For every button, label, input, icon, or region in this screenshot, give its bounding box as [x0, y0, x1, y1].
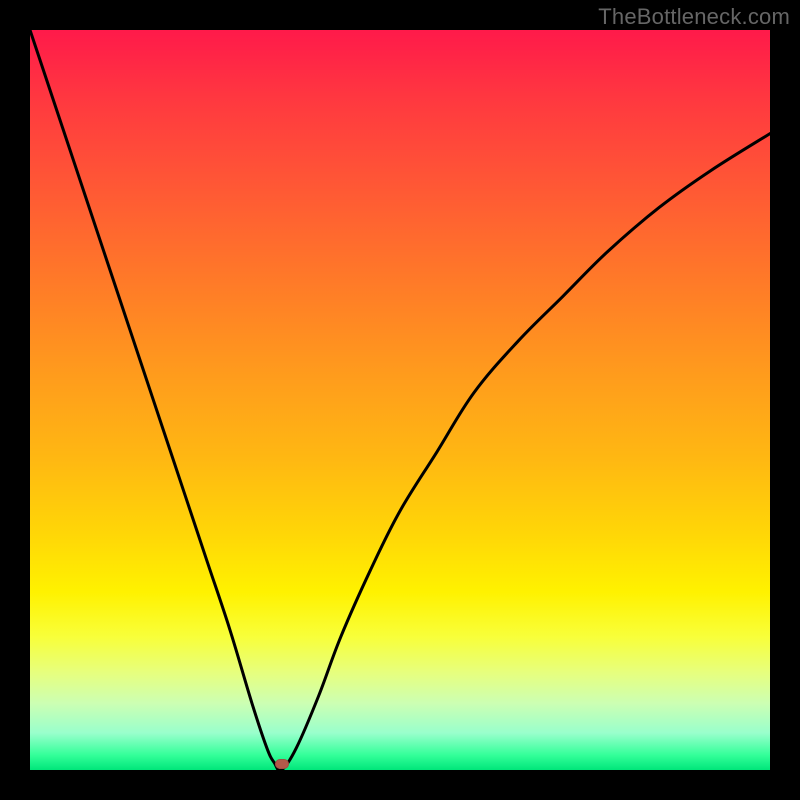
- watermark-label: TheBottleneck.com: [598, 4, 790, 30]
- curve-layer: [30, 30, 770, 770]
- plot-area: [30, 30, 770, 770]
- bottleneck-curve: [30, 30, 770, 770]
- chart-frame: TheBottleneck.com: [0, 0, 800, 800]
- minimum-marker: [275, 759, 289, 769]
